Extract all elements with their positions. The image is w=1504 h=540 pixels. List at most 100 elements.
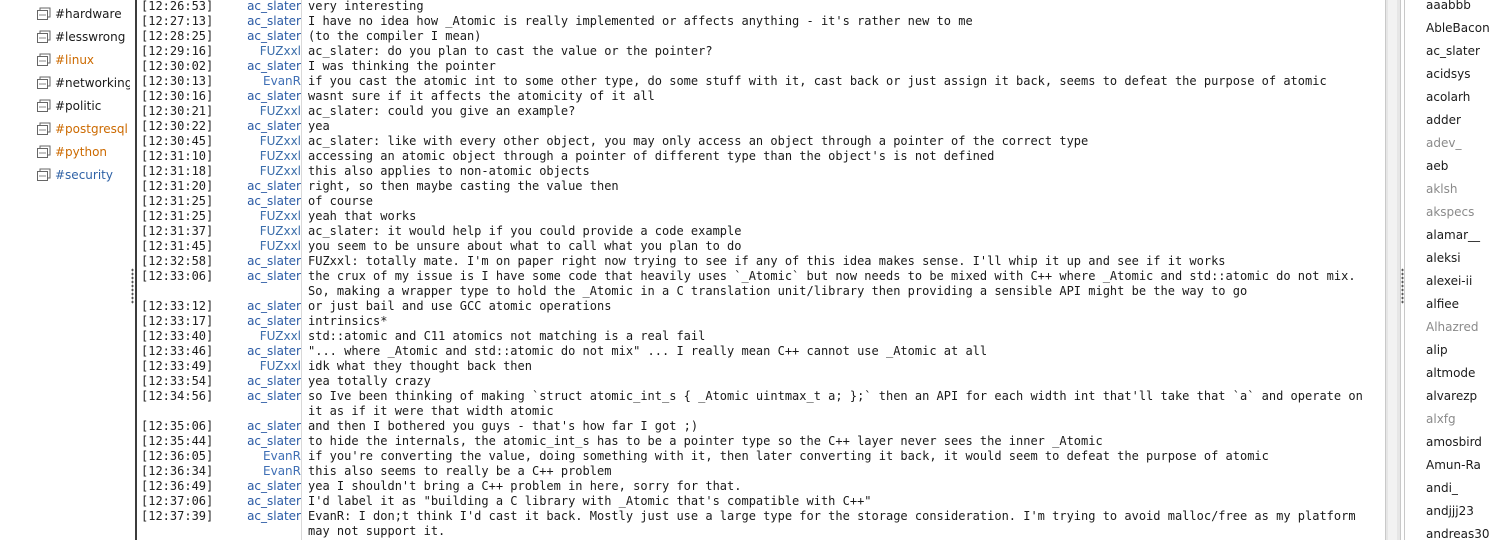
message-timestamp: [12:34:56] — [141, 389, 214, 403]
message-timestamp: [12:31:18] — [141, 164, 214, 178]
user-item[interactable]: adev_ — [1426, 133, 1461, 153]
user-item[interactable]: AbleBacon — [1426, 18, 1490, 38]
message-nick[interactable]: ac_slater — [237, 494, 306, 509]
user-item[interactable]: altmode — [1426, 363, 1475, 383]
message-nick[interactable]: FUZxxl — [237, 44, 306, 59]
message-nick[interactable]: ac_slater — [237, 269, 306, 299]
channel-item[interactable]: #hardware — [36, 4, 130, 24]
message-nick[interactable]: FUZxxl — [237, 224, 306, 239]
user-item[interactable]: Amun-Ra — [1426, 455, 1481, 475]
message-nick[interactable]: EvanR — [237, 464, 306, 479]
user-item[interactable]: alamar__ — [1426, 225, 1480, 245]
chat-message: [12:31:20] ac_slater right, so then maybe … — [137, 179, 1383, 194]
message-nick[interactable]: ac_slater — [237, 29, 306, 44]
message-nick[interactable]: FUZxxl — [237, 134, 306, 149]
message-nick[interactable]: FUZxxl — [237, 209, 306, 224]
message-text: yeah that works — [308, 209, 417, 223]
message-nick[interactable]: ac_slater — [237, 374, 306, 389]
channel-icon — [36, 99, 51, 113]
message-text: std::atomic and C11 atomics not matching… — [308, 329, 706, 343]
message-timestamp: [12:30:45] — [141, 134, 214, 148]
message-text: and then I bothered you guys - that's ho… — [308, 419, 699, 433]
chat-message: [12:31:18] FUZxxl this also applies to non… — [137, 164, 1383, 179]
user-item[interactable]: ac_slater — [1426, 41, 1480, 61]
message-nick[interactable]: FUZxxl — [237, 164, 306, 179]
message-text: accessing an atomic object through a poi… — [308, 149, 995, 163]
chat-message: [12:33:46] ac_slater "... where _Atomic an… — [137, 344, 1383, 359]
message-text: you seem to be unsure about what to call… — [308, 239, 742, 253]
chat-message: [12:35:06] ac_slater and then I bothered y… — [137, 419, 1383, 434]
chat-message: [12:30:13] EvanR if you cast the atomic in… — [137, 74, 1383, 89]
message-timestamp: [12:26:53] — [141, 0, 214, 13]
message-nick[interactable]: FUZxxl — [237, 104, 306, 119]
message-nick[interactable]: EvanR — [237, 449, 306, 464]
user-item[interactable]: akspecs — [1426, 202, 1474, 222]
message-nick[interactable]: ac_slater — [237, 299, 306, 314]
message-nick[interactable]: ac_slater — [237, 479, 306, 494]
message-nick[interactable]: ac_slater — [237, 0, 306, 14]
chat-message: [12:27:13] ac_slater I have no idea how _A… — [137, 14, 1383, 29]
message-text: ac_slater: could you give an example? — [308, 104, 576, 118]
chat-message: [12:30:45] FUZxxl ac_slater: like with eve… — [137, 134, 1383, 149]
channel-item[interactable]: #python — [36, 142, 130, 162]
sidebar-resize-handle[interactable] — [131, 268, 134, 304]
message-nick[interactable]: ac_slater — [237, 434, 306, 449]
message-nick[interactable]: FUZxxl — [237, 359, 306, 374]
channel-icon — [36, 168, 51, 182]
channel-name: #lesswrong — [55, 30, 126, 44]
user-item[interactable]: amosbird — [1426, 432, 1482, 452]
message-nick[interactable]: ac_slater — [237, 344, 306, 359]
message-nick[interactable]: ac_slater — [237, 419, 306, 434]
message-text: I'd label it as "building a C library wi… — [308, 494, 872, 508]
message-text: this also seems to really be a C++ probl… — [308, 464, 612, 478]
user-item[interactable]: aklsh — [1426, 179, 1458, 199]
channel-item[interactable]: #security — [36, 165, 130, 185]
message-text: right, so then maybe casting the value t… — [308, 179, 619, 193]
channel-item[interactable]: #postgresql — [36, 119, 130, 139]
chat-scrollbar[interactable] — [1385, 0, 1401, 540]
message-nick[interactable]: ac_slater — [237, 509, 306, 539]
message-nick[interactable]: ac_slater — [237, 389, 306, 419]
user-item[interactable]: aleksi — [1426, 248, 1461, 268]
message-nick[interactable]: EvanR — [237, 74, 306, 89]
chat-message: [12:33:17] ac_slater intrinsics* — [137, 314, 1383, 329]
user-item[interactable]: alip — [1426, 340, 1448, 360]
user-item[interactable]: adder — [1426, 110, 1461, 130]
message-nick[interactable]: ac_slater — [237, 89, 306, 104]
channel-item[interactable]: #networking — [36, 73, 130, 93]
message-nick[interactable]: ac_slater — [237, 254, 306, 269]
message-nick[interactable]: ac_slater — [237, 119, 306, 134]
user-item[interactable]: andi_ — [1426, 478, 1458, 498]
user-item[interactable]: andjjj23 — [1426, 501, 1474, 521]
scrollbar-thumb[interactable] — [1388, 0, 1397, 540]
message-timestamp: [12:30:02] — [141, 59, 214, 73]
channel-item[interactable]: #politic — [36, 96, 130, 116]
channel-item[interactable]: #linux — [36, 50, 130, 70]
message-nick[interactable]: FUZxxl — [237, 149, 306, 164]
user-item[interactable]: aaabbb — [1426, 0, 1471, 15]
message-timestamp: [12:31:20] — [141, 179, 214, 193]
user-item[interactable]: acolarh — [1426, 87, 1470, 107]
message-nick[interactable]: FUZxxl — [237, 329, 306, 344]
user-item[interactable]: andreas30 — [1426, 524, 1490, 540]
user-item[interactable]: alexei-ii — [1426, 271, 1472, 291]
user-item[interactable]: alxfg — [1426, 409, 1456, 429]
user-item[interactable]: alvarezp — [1426, 386, 1477, 406]
message-nick[interactable]: ac_slater — [237, 179, 306, 194]
chat-message: [12:31:25] FUZxxl yeah that works — [137, 209, 1383, 224]
message-nick[interactable]: ac_slater — [237, 59, 306, 74]
message-timestamp: [12:31:25] — [141, 209, 214, 223]
message-text: if you cast the atomic int to some other… — [308, 74, 1327, 88]
message-timestamp: [12:30:22] — [141, 119, 214, 133]
user-item[interactable]: alfiee — [1426, 294, 1459, 314]
user-item[interactable]: aeb — [1426, 156, 1448, 176]
user-item[interactable]: acidsys — [1426, 64, 1471, 84]
channel-item[interactable]: #lesswrong — [36, 27, 130, 47]
channel-name: #networking — [55, 76, 130, 90]
message-nick[interactable]: ac_slater — [237, 314, 306, 329]
message-nick[interactable]: ac_slater — [237, 194, 306, 209]
user-item[interactable]: Alhazred — [1426, 317, 1478, 337]
message-timestamp: [12:36:49] — [141, 479, 214, 493]
message-nick[interactable]: ac_slater — [237, 14, 306, 29]
message-nick[interactable]: FUZxxl — [237, 239, 306, 254]
